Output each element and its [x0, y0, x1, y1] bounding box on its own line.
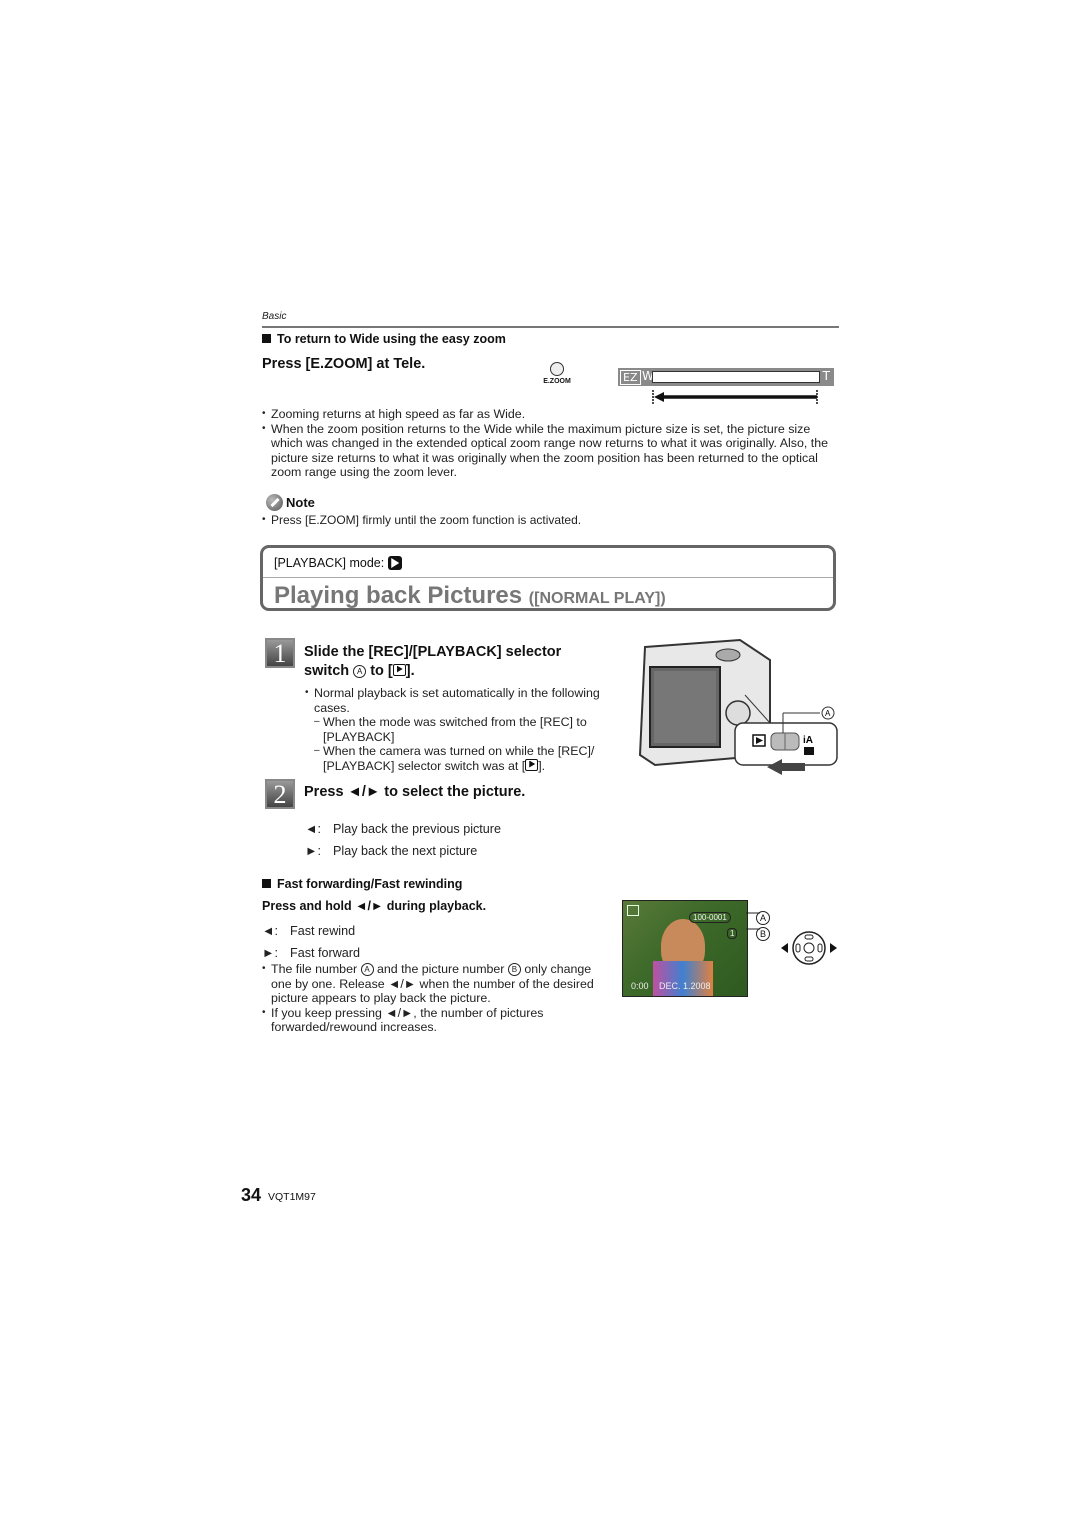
- step-1-title-text: Slide the [REC]/[PLAYBACK] selector: [304, 644, 562, 660]
- playback-icon: [525, 758, 539, 771]
- step-1-body: Normal playback is set automatically in …: [305, 686, 620, 773]
- square-bullet-icon: [262, 334, 271, 343]
- bullet-item: Press [E.ZOOM] firmly until the zoom fun…: [262, 513, 837, 528]
- zoom-bar-ez: EZ: [620, 370, 641, 385]
- note-heading: Note: [266, 494, 315, 511]
- fast-item: ►: Fast forward: [262, 946, 360, 960]
- cursor-pad-icon: [781, 931, 837, 965]
- fast-instruction: Press and hold ◄/► during playback.: [262, 899, 487, 913]
- step-1-title-text: switch: [304, 662, 350, 679]
- divider: [263, 577, 833, 578]
- playback-mode-line: [PLAYBACK] mode:: [274, 556, 403, 570]
- item-text: Play back the next picture: [333, 844, 478, 858]
- fast-item: ◄: Fast rewind: [262, 924, 355, 938]
- zoom-bar: EZ W T: [618, 368, 834, 386]
- marker-a-icon: A: [360, 963, 374, 976]
- left-arrow-key: ◄:: [262, 924, 278, 938]
- page-subtitle: ([NORMAL PLAY]): [528, 590, 666, 607]
- easy-zoom-heading: To return to Wide using the easy zoom: [262, 332, 506, 346]
- document-code: VQT1M97: [268, 1191, 316, 1203]
- marker-a-icon: A: [353, 664, 367, 678]
- item-text: Play back the previous picture: [333, 822, 502, 836]
- page-number: 34: [241, 1185, 262, 1205]
- left-arrow-key: ◄:: [305, 822, 321, 836]
- step-1-badge: 1: [265, 638, 295, 668]
- shirt-illustration: [653, 961, 713, 996]
- ezoom-button-illustration: E.ZOOM: [540, 362, 574, 385]
- square-bullet-icon: [262, 879, 271, 888]
- fast-bullets: The file number A and the picture number…: [262, 962, 612, 1035]
- easy-zoom-bullets: Zooming returns at high speed as far as …: [262, 407, 837, 480]
- playback-icon: [627, 905, 639, 916]
- fast-heading: Fast forwarding/Fast rewinding: [262, 877, 462, 891]
- dash-item: When the mode was switched from the [REC…: [314, 715, 620, 744]
- playback-icon: [388, 556, 403, 570]
- note-title: Note: [286, 495, 315, 510]
- callout-a: A: [756, 911, 770, 925]
- pencil-note-icon: [266, 494, 283, 511]
- playback-screen-photo: 100-0001 1 0:00 DEC. 1.2008: [622, 900, 748, 997]
- step-1-title: Slide the [REC]/[PLAYBACK] selector swit…: [304, 643, 624, 680]
- dash-item: When the camera was turned on while the …: [314, 744, 620, 773]
- easy-zoom-heading-text: To return to Wide using the easy zoom: [277, 332, 506, 346]
- camera-illustration: iA A: [638, 638, 838, 775]
- fast-heading-text: Fast forwarding/Fast rewinding: [277, 877, 463, 891]
- marker-b-icon: B: [507, 963, 521, 976]
- note-bullets: Press [E.ZOOM] firmly until the zoom fun…: [262, 513, 837, 528]
- easy-zoom-instruction: Press [E.ZOOM] at Tele.: [262, 356, 426, 372]
- playback-icon: [392, 663, 406, 676]
- bullet-item: When the zoom position returns to the Wi…: [262, 422, 837, 480]
- bullet-item: Normal playback is set automatically in …: [305, 686, 620, 715]
- bullet-item: If you keep pressing ◄/►, the number of …: [262, 1006, 612, 1035]
- playback-mode-label: [PLAYBACK] mode:: [274, 556, 385, 570]
- bullet-item: Zooming returns at high speed as far as …: [262, 407, 837, 422]
- playback-date: DEC. 1.2008: [659, 981, 711, 991]
- return-arrow-icon: [652, 390, 818, 404]
- playback-time: 0:00: [631, 981, 649, 991]
- zoom-bar-track: [652, 371, 820, 383]
- ezoom-label: E.ZOOM: [543, 378, 571, 385]
- bullet-item: The file number A and the picture number…: [262, 962, 612, 1006]
- page-title: Playing back Pictures ([NORMAL PLAY]): [274, 582, 666, 610]
- bullet-text: The file number: [271, 962, 358, 976]
- svg-text:A: A: [825, 709, 831, 718]
- step-2-title: Press ◄/► to select the picture.: [304, 784, 526, 800]
- right-arrow-key: ►:: [305, 844, 321, 858]
- step-1-title-text: to [: [370, 662, 393, 679]
- item-text: Fast rewind: [290, 924, 356, 938]
- step-2-item: ◄: Play back the previous picture: [305, 822, 501, 836]
- step-2-item: ►: Play back the next picture: [305, 844, 477, 858]
- svg-text:iA: iA: [803, 735, 813, 746]
- dash-item-text: When the camera was turned on while the …: [323, 744, 595, 773]
- step-2-badge: 2: [265, 779, 295, 809]
- zoom-bar-tele: T: [822, 369, 830, 383]
- item-text: Fast forward: [290, 946, 360, 960]
- step-1-title-text: ].: [405, 662, 415, 679]
- section-label: Basic: [262, 311, 287, 322]
- ezoom-button-icon: [550, 362, 564, 376]
- dash-item-text: ].: [538, 758, 546, 773]
- page-title-text: Playing back Pictures: [274, 582, 523, 609]
- right-arrow-key: ►:: [262, 946, 278, 960]
- bullet-text: and the picture number: [377, 962, 505, 976]
- file-number: 100-0001: [689, 912, 731, 923]
- picture-number: 1: [727, 928, 738, 939]
- header-rule: [262, 326, 839, 328]
- callout-b: B: [756, 927, 770, 941]
- playback-mode-box: [PLAYBACK] mode: Playing back Pictures (…: [260, 545, 836, 611]
